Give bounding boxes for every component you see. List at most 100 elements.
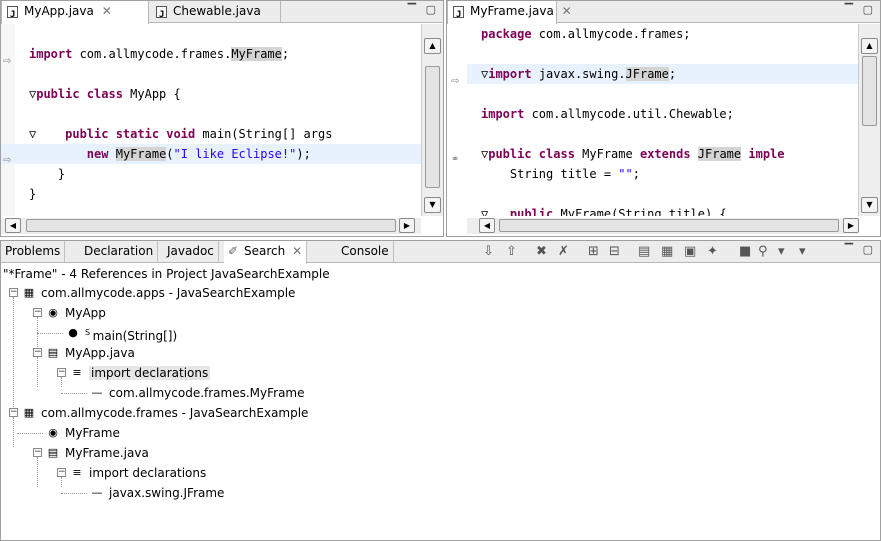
code-line: } [1, 184, 421, 204]
tree-connector [37, 317, 38, 347]
tree-item[interactable]: com.allmycode.frames - JavaSearchExample [41, 403, 308, 423]
tree-item[interactable]: MyFrame [65, 423, 120, 443]
code-token: MyFrame [231, 47, 282, 61]
code-token: ); [296, 147, 311, 161]
tab-myapp-java[interactable]: MyApp.java ✕ [1, 1, 149, 26]
scroll-right-button[interactable]: ▶ [399, 218, 415, 233]
tree-item[interactable]: import declarations [89, 463, 206, 483]
horizontal-scrollbar[interactable]: ◀ ▶ [1, 218, 421, 234]
imports-icon: ≡ [72, 466, 82, 479]
close-icon[interactable]: ✕ [102, 4, 112, 18]
scroll-left-button[interactable]: ◀ [5, 218, 21, 233]
code-token: imple [748, 147, 785, 161]
code-token: javax.swing. [531, 67, 626, 81]
next-match-icon[interactable]: ⇩ [483, 244, 494, 259]
scroll-left-button[interactable]: ◀ [479, 218, 495, 233]
tree-item-label: MyFrame [65, 426, 120, 440]
code-token: MyFrame [115, 147, 167, 161]
cancel-search-icon[interactable]: ■ [739, 244, 751, 259]
code-token: ; [281, 47, 290, 61]
scroll-thumb[interactable] [26, 219, 396, 232]
scroll-thumb[interactable] [499, 219, 839, 232]
tab-chewable-java[interactable]: Chewable.java [151, 1, 281, 26]
tree-item[interactable]: com.allmycode.apps - JavaSearchExample [41, 283, 295, 303]
code-token: } [29, 187, 37, 201]
bottom-views: Problems Declaration Javadoc ✐ Search ✕ … [0, 240, 881, 541]
tree-item[interactable]: import declarations [89, 363, 211, 383]
expand-all-icon[interactable]: ⊞ [588, 244, 599, 259]
scroll-thumb[interactable] [425, 66, 440, 188]
code-area[interactable]: import com.allmycode.frames.MyFrame; ▽pub… [1, 24, 421, 216]
scroll-up-button[interactable]: ▲ [424, 38, 441, 54]
views-tabbar: Problems Declaration Javadoc ✐ Search ✕ … [1, 241, 880, 264]
code-line: } [1, 164, 421, 184]
collapse-all-icon[interactable]: ⊟ [609, 244, 620, 259]
scroll-down-button[interactable]: ▼ [424, 197, 441, 213]
code-token: MyFrame(String title) { [553, 207, 727, 216]
tab-myframe-java[interactable]: MyFrame.java ✕ [447, 1, 572, 26]
view-menu-icon[interactable]: ▾ [799, 244, 806, 259]
tab-javadoc[interactable]: Javadoc [163, 241, 219, 263]
horizontal-scrollbar[interactable]: ◀ ▶ [467, 218, 859, 234]
tree-item[interactable]: S main(String[]) [85, 323, 177, 343]
scroll-right-button[interactable]: ▶ [843, 218, 859, 233]
group-by-file-icon[interactable]: ▣ [684, 244, 696, 259]
pin-view-icon[interactable]: ⚲ [758, 244, 768, 259]
remove-all-matches-icon[interactable]: ✗ [558, 244, 569, 259]
collapse-toggle[interactable]: − [9, 408, 18, 417]
code-token: "" [618, 167, 633, 181]
tree-item[interactable]: javax.swing.JFrame [109, 483, 224, 503]
tree-connector [17, 433, 43, 434]
tree-connector [13, 417, 14, 447]
java-file-icon [7, 5, 18, 26]
tree-item[interactable]: MyApp.java [65, 343, 135, 363]
tree-item[interactable]: com.allmycode.frames.MyFrame [109, 383, 305, 403]
tab-console[interactable]: Console [331, 241, 394, 263]
previous-match-icon[interactable]: ⇧ [506, 244, 517, 259]
close-icon[interactable]: ✕ [562, 4, 572, 18]
method-icon: ● [68, 326, 78, 339]
code-token: public [509, 207, 554, 216]
vertical-scrollbar[interactable]: ▲ ▼ [421, 24, 443, 216]
remove-match-icon[interactable]: ✖ [536, 244, 547, 259]
history-dropdown-icon[interactable]: ▾ [778, 244, 785, 259]
scroll-down-button[interactable]: ▼ [861, 197, 878, 213]
tab-declaration[interactable]: Declaration [80, 241, 159, 263]
code-token: import [488, 67, 532, 81]
group-by-type-icon[interactable]: ✦ [707, 244, 718, 259]
tab-problems[interactable]: Problems [1, 241, 66, 263]
vertical-scrollbar[interactable]: ▲ ▼ [858, 24, 880, 216]
collapse-toggle[interactable]: − [33, 348, 42, 357]
java-file-icon: ▤ [47, 446, 59, 459]
tree-item[interactable]: MyApp [65, 303, 106, 323]
tree-item[interactable]: MyFrame.java [65, 443, 149, 463]
window-controls[interactable]: ▔ ▢ [408, 3, 439, 16]
tab-label: MyApp.java [24, 4, 94, 18]
code-line: ▽import javax.swing.JFrame; [467, 64, 858, 84]
collapse-toggle[interactable]: − [33, 448, 42, 457]
scroll-thumb[interactable] [862, 56, 877, 126]
collapse-toggle[interactable]: − [57, 468, 66, 477]
tab-search[interactable]: ✐ Search ✕ [224, 241, 308, 264]
collapse-toggle[interactable]: − [9, 288, 18, 297]
group-by-icon[interactable]: ▦ [661, 244, 673, 259]
code-token: extends [639, 147, 691, 161]
code-area[interactable]: package com.allmycode.frames; ▽import jav… [467, 24, 858, 216]
code-token: com.allmycode.frames. [72, 47, 232, 61]
collapse-toggle[interactable]: − [33, 308, 42, 317]
scroll-up-button[interactable]: ▲ [861, 38, 878, 54]
show-tree-icon[interactable]: ▤ [638, 244, 650, 259]
close-icon[interactable]: ✕ [292, 244, 302, 258]
tree-item-label: MyApp.java [65, 346, 135, 360]
window-controls[interactable]: ▔ ▢ [845, 243, 876, 256]
tab-label: Console [341, 244, 389, 258]
code-token: MyFrame [574, 147, 640, 161]
collapse-toggle[interactable]: − [57, 368, 66, 377]
code-line: import com.allmycode.util.Chewable; [467, 104, 858, 124]
tree-connector [61, 493, 87, 494]
search-results-tree[interactable]: − ▦ com.allmycode.apps - JavaSearchExample… [1, 283, 880, 540]
window-controls[interactable]: ▔ ▢ [845, 3, 876, 16]
